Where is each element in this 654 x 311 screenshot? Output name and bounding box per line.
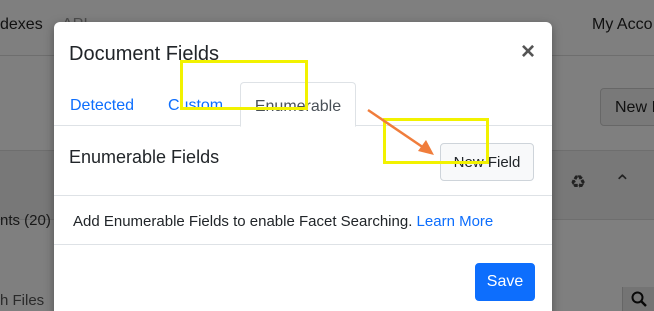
document-fields-modal: Document Fields × Detected Custom Enumer… bbox=[54, 22, 552, 311]
footer-divider bbox=[54, 244, 552, 245]
learn-more-link[interactable]: Learn More bbox=[417, 213, 494, 230]
tab-enumerable[interactable]: Enumerable bbox=[240, 82, 356, 127]
section-title: Enumerable Fields bbox=[69, 147, 220, 167]
facet-description: Add Enumerable Fields to enable Facet Se… bbox=[73, 213, 493, 230]
tab-custom[interactable]: Custom bbox=[168, 82, 223, 126]
new-field-button[interactable]: New Field bbox=[440, 143, 534, 181]
modal-title: Document Fields bbox=[69, 43, 220, 65]
description-text: Add Enumerable Fields to enable Facet Se… bbox=[73, 213, 413, 230]
enumerable-fields-section: Enumerable Fields New Field bbox=[54, 126, 552, 196]
tab-detected[interactable]: Detected bbox=[70, 82, 134, 126]
field-tabs: Detected Custom Enumerable bbox=[54, 82, 552, 127]
save-button[interactable]: Save bbox=[475, 263, 535, 301]
close-icon[interactable]: × bbox=[516, 38, 540, 66]
modal-header: Document Fields × bbox=[54, 22, 552, 82]
